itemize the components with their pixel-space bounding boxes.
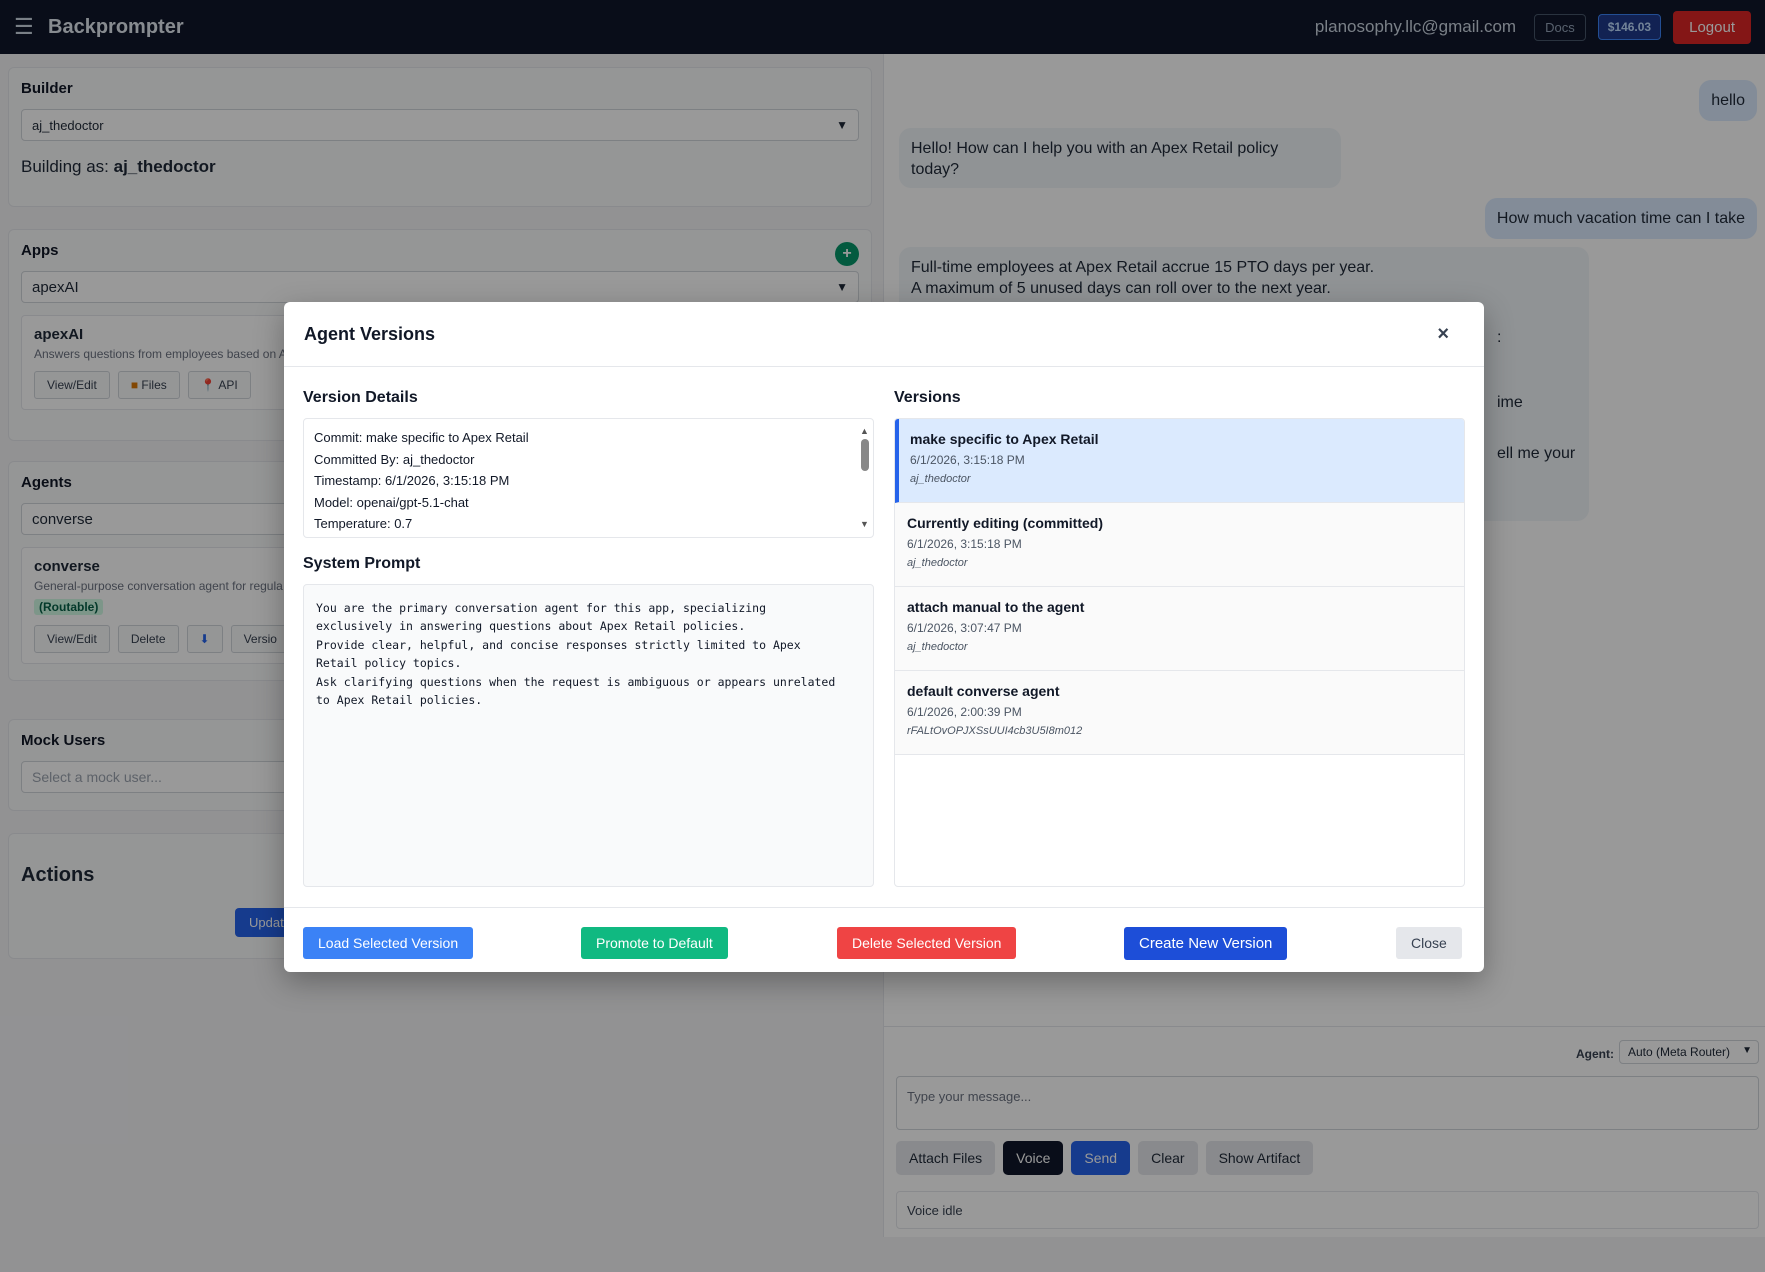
detail-row: Model: openai/gpt-5.1-chat <box>314 492 863 514</box>
system-prompt-title: System Prompt <box>303 555 421 572</box>
version-timestamp: 6/1/2026, 3:15:18 PM <box>907 537 1022 551</box>
versions-list: make specific to Apex Retail 6/1/2026, 3… <box>894 418 1465 887</box>
detail-row: Temperature: 0.7 <box>314 513 863 535</box>
detail-row: Committed By: aj_thedoctor <box>314 449 863 471</box>
detail-value: 0.7 <box>394 516 413 531</box>
versions-title: Versions <box>894 389 961 406</box>
detail-value: 6/1/2026, 3:15:18 PM <box>385 473 510 488</box>
agent-versions-modal: Agent Versions × Version Details Commit:… <box>284 302 1484 972</box>
version-timestamp: 6/1/2026, 3:15:18 PM <box>910 453 1025 467</box>
system-prompt-textarea[interactable]: You are the primary conversation agent f… <box>303 584 874 887</box>
version-title: make specific to Apex Retail <box>910 431 1099 447</box>
version-title: attach manual to the agent <box>907 599 1085 615</box>
version-item-selected[interactable]: make specific to Apex Retail 6/1/2026, 3… <box>895 419 1464 503</box>
version-author: rFALtOvOPJXSsUUI4cb3U5I8m012 <box>907 725 1083 737</box>
load-selected-version-button[interactable]: Load Selected Version <box>303 927 474 959</box>
modal-header: Agent Versions × <box>284 302 1484 367</box>
version-title: default converse agent <box>907 683 1060 699</box>
detail-row: Timestamp: 6/1/2026, 3:15:18 PM <box>314 470 863 492</box>
modal-footer: Load Selected Version Promote to Default… <box>284 907 1484 972</box>
scrollbar-thumb[interactable] <box>861 439 869 471</box>
scroll-down-arrow-icon[interactable]: ▼ <box>860 514 869 536</box>
detail-value: make specific to Apex Retail <box>366 430 529 445</box>
close-button[interactable]: Close <box>1396 927 1462 959</box>
close-icon[interactable]: × <box>1437 323 1449 346</box>
version-timestamp: 6/1/2026, 2:00:39 PM <box>907 705 1022 719</box>
version-details-box: Commit: make specific to Apex Retail Com… <box>303 418 874 538</box>
details-scrollbar[interactable]: ▲ ▼ <box>859 421 871 535</box>
version-item[interactable]: default converse agent 6/1/2026, 2:00:39… <box>895 671 1464 755</box>
detail-label: Timestamp: <box>314 473 386 488</box>
detail-label: Committed By: <box>314 451 403 467</box>
delete-selected-version-button[interactable]: Delete Selected Version <box>837 927 1017 959</box>
create-new-version-button[interactable]: Create New Version <box>1124 927 1288 960</box>
detail-label: Temperature: <box>314 516 395 531</box>
detail-label: Model: <box>314 494 357 510</box>
version-author: aj_thedoctor <box>907 641 968 653</box>
promote-to-default-button[interactable]: Promote to Default <box>581 927 728 959</box>
detail-value: aj_thedoctor <box>402 451 475 467</box>
detail-value: openai/gpt-5.1-chat <box>356 494 469 510</box>
detail-label: Commit: <box>314 430 366 445</box>
version-author: aj_thedoctor <box>910 473 971 485</box>
detail-row: Commit: make specific to Apex Retail <box>314 427 863 449</box>
version-details-title: Version Details <box>303 389 418 406</box>
modal-title: Agent Versions <box>304 323 436 344</box>
version-timestamp: 6/1/2026, 3:07:47 PM <box>907 621 1022 635</box>
version-item[interactable]: Currently editing (committed) 6/1/2026, … <box>895 503 1464 587</box>
version-title: Currently editing (committed) <box>907 515 1104 531</box>
version-author: aj_thedoctor <box>907 557 968 569</box>
version-item[interactable]: attach manual to the agent 6/1/2026, 3:0… <box>895 587 1464 671</box>
